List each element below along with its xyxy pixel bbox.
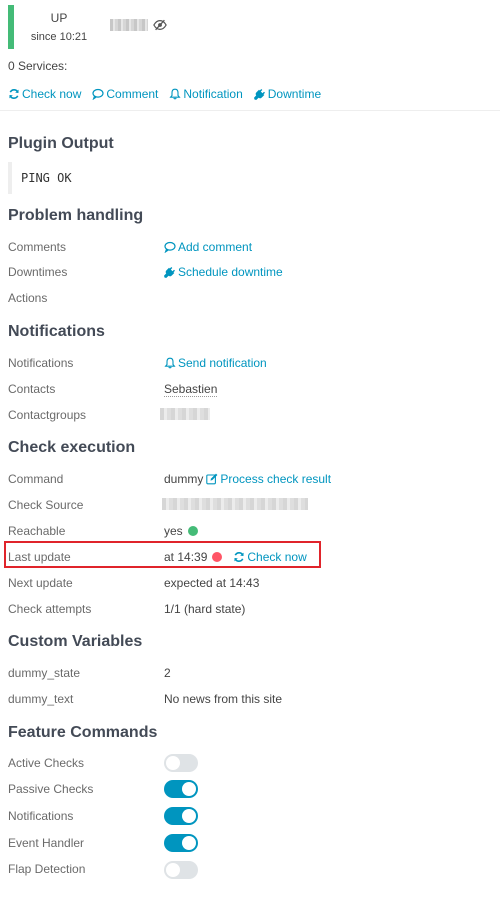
comment-icon (92, 88, 104, 100)
check-attempts-value: 1/1 (hard state) (164, 602, 246, 616)
actions-label: Actions (8, 291, 48, 305)
active-checks-label: Active Checks (8, 756, 85, 770)
active-checks-toggle[interactable] (164, 754, 198, 772)
plug-icon (164, 266, 176, 278)
reachable-text: yes (164, 524, 183, 538)
refresh-icon (8, 88, 20, 100)
eye-slash-icon[interactable] (153, 18, 167, 32)
last-update-value: at 14:39 Check now (164, 550, 307, 564)
check-source-label: Check Source (8, 498, 84, 512)
send-notification-label: Send notification (178, 356, 267, 370)
notification-action[interactable]: Notification (169, 87, 243, 101)
event-handler-toggle[interactable] (164, 834, 198, 852)
event-handler-label: Event Handler (8, 836, 85, 850)
plugin-output-title: Plugin Output (8, 135, 114, 152)
notifications-feature-label: Notifications (8, 809, 74, 823)
check-source-value (162, 498, 308, 510)
passive-checks-toggle[interactable] (164, 780, 198, 798)
custom-var-name: dummy_state (8, 666, 81, 680)
passive-checks-label: Passive Checks (8, 782, 94, 796)
next-update-label: Next update (8, 576, 73, 590)
downtime-action[interactable]: Downtime (253, 87, 322, 101)
toggle-knob (182, 782, 196, 796)
custom-var-value: 2 (164, 666, 171, 680)
add-comment-link[interactable]: Add comment (164, 240, 252, 254)
contact-link[interactable]: Sebastien (164, 382, 218, 397)
last-update-time: at 14:39 (164, 550, 208, 564)
bell-icon (164, 357, 176, 369)
notifications-title: Notifications (8, 323, 105, 340)
comments-value: Add comment (164, 240, 252, 254)
host-state-label: UP (50, 11, 68, 25)
process-check-result-label: Process check result (220, 472, 332, 486)
command-value: dummy Process check result (164, 472, 331, 486)
comment-icon (164, 241, 176, 253)
contacts-label: Contacts (8, 382, 56, 396)
edit-icon (206, 473, 218, 485)
toggle-knob (166, 863, 180, 877)
reachable-status-dot (187, 526, 198, 536)
custom-variables-title: Custom Variables (8, 633, 143, 650)
toggle-knob (182, 836, 196, 850)
reachable-value: yes (164, 524, 198, 538)
bell-icon (169, 88, 181, 100)
process-check-result-link[interactable]: Process check result (206, 472, 331, 486)
schedule-downtime-label: Schedule downtime (178, 265, 283, 279)
comment-action[interactable]: Comment (92, 87, 158, 101)
plugin-output-text: PING OK (8, 162, 72, 194)
toggle-knob (166, 756, 180, 770)
next-update-value: expected at 14:43 (164, 576, 260, 590)
comment-label: Comment (106, 87, 159, 101)
last-update-label: Last update (8, 550, 71, 564)
downtimes-value: Schedule downtime (164, 265, 283, 279)
check-now-label: Check now (22, 87, 82, 101)
send-notification-link[interactable]: Send notification (164, 356, 267, 370)
host-name-redacted[interactable] (110, 19, 148, 31)
feature-commands-title: Feature Commands (8, 724, 158, 741)
flap-detection-label: Flap Detection (8, 862, 86, 876)
host-action-bar: Check now Comment Notification Downtime (8, 86, 321, 102)
check-now-link[interactable]: Check now (233, 550, 307, 564)
toggle-knob (182, 809, 196, 823)
check-now-action[interactable]: Check now (8, 87, 81, 101)
contactgroups-value (160, 408, 210, 420)
downtime-label: Downtime (267, 87, 322, 101)
host-state-since: since 10:21 (30, 31, 88, 43)
check-attempts-label: Check attempts (8, 602, 92, 616)
check-execution-title: Check execution (8, 439, 136, 456)
services-summary: 0 Services: (8, 59, 68, 73)
plug-icon (253, 88, 266, 100)
command-label: Command (8, 472, 64, 486)
contacts-value: Sebastien (164, 382, 218, 397)
custom-var-value: No news from this site (164, 692, 283, 706)
contactgroup-redacted[interactable] (160, 408, 210, 420)
notification-label: Notification (183, 87, 243, 101)
notifications-toggle[interactable] (164, 807, 198, 825)
check-source-redacted (162, 498, 308, 510)
contactgroups-label: Contactgroups (8, 408, 87, 422)
add-comment-label: Add comment (178, 240, 253, 254)
notifications-value: Send notification (164, 356, 267, 370)
refresh-icon (233, 551, 245, 563)
check-now-link-label: Check now (247, 550, 307, 564)
schedule-downtime-link[interactable]: Schedule downtime (164, 265, 283, 279)
downtimes-label: Downtimes (8, 265, 68, 279)
flap-detection-toggle[interactable] (164, 861, 198, 879)
header-divider (0, 110, 500, 111)
problem-handling-title: Problem handling (8, 207, 144, 224)
reachable-label: Reachable (8, 524, 66, 538)
comments-label: Comments (8, 240, 67, 254)
notifications-label: Notifications (8, 356, 74, 370)
host-header: UP since 10:21 (8, 5, 488, 49)
last-update-status-dot (212, 552, 223, 562)
custom-var-name: dummy_text (8, 692, 74, 706)
command-name: dummy (164, 472, 204, 486)
